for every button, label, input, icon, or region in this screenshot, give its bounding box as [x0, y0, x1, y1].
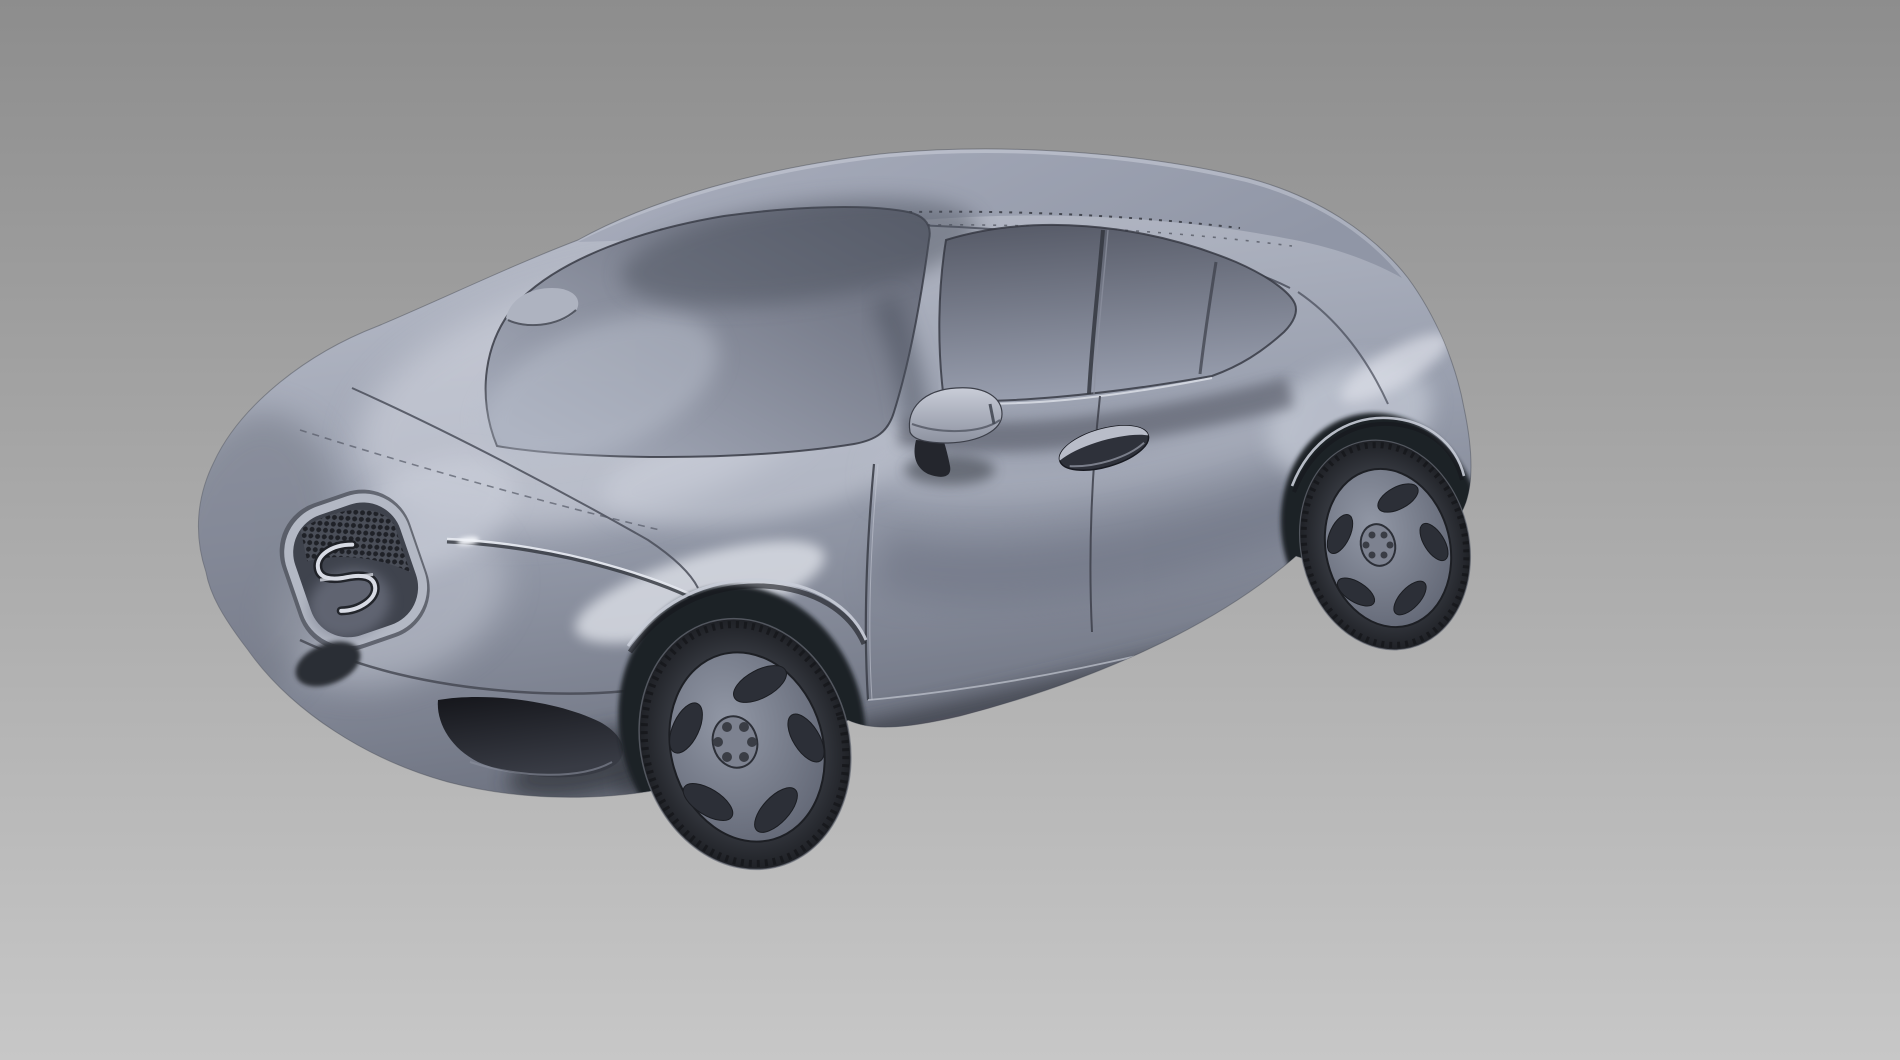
lug-nut [1369, 552, 1376, 559]
lug-nut [713, 737, 723, 747]
lug-nut [739, 722, 749, 732]
lug-nut [1387, 542, 1394, 549]
lug-nut [739, 752, 749, 762]
lug-nut [1369, 532, 1376, 539]
lug-nut [1363, 542, 1370, 549]
lug-nut [722, 752, 732, 762]
lug-nut [1381, 552, 1388, 559]
car-render-canvas [0, 0, 1900, 1060]
lug-nut [722, 722, 732, 732]
lug-nut [747, 737, 757, 747]
lug-nut [1381, 532, 1388, 539]
render-viewport [0, 0, 1900, 1060]
